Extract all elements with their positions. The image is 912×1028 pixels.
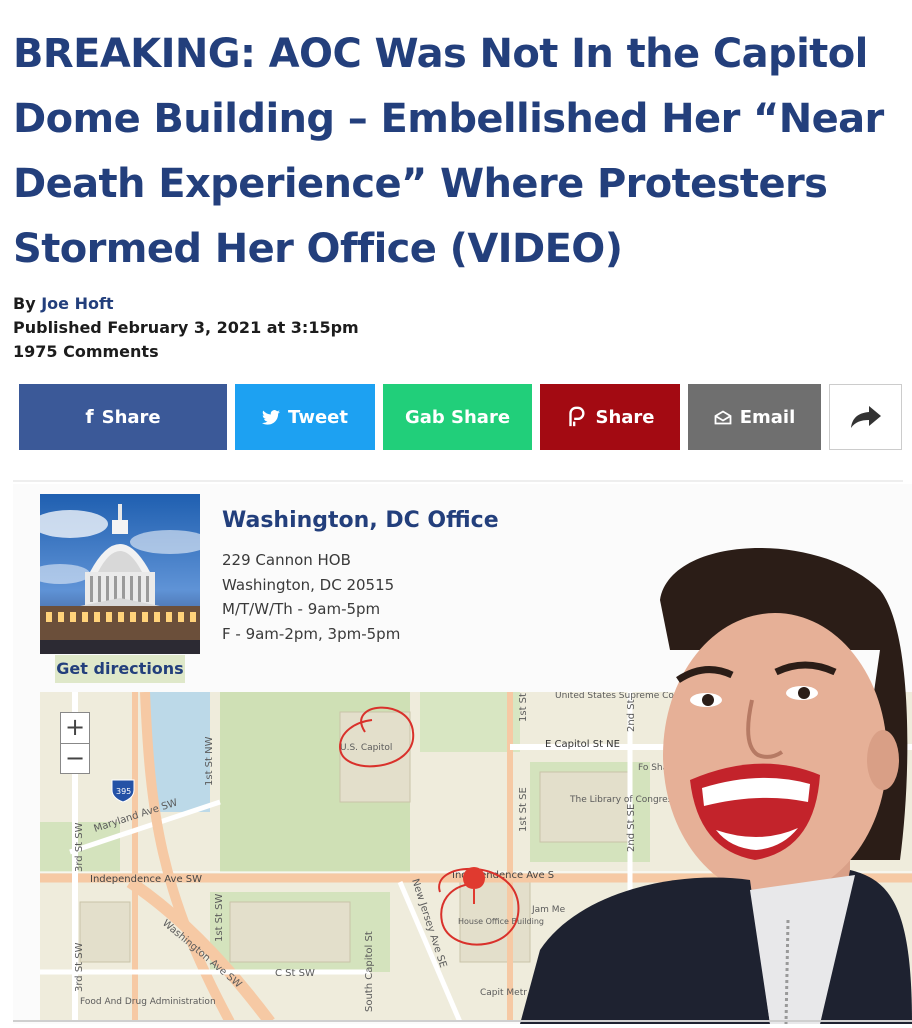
office-title: Washington, DC Office <box>222 508 499 533</box>
parler-share-button[interactable]: Share <box>540 384 680 450</box>
email-share-label: Email <box>739 406 796 428</box>
zoom-out-button[interactable]: − <box>61 744 89 774</box>
office-hours-line: F - 9am-2pm, 3pm-5pm <box>222 624 401 643</box>
bottom-divider <box>13 1020 912 1022</box>
twitter-tweet-label: Tweet <box>288 406 348 428</box>
map-label-3rd-st-sw: 3rd St SW <box>74 822 85 872</box>
more-share-button[interactable] <box>829 384 902 450</box>
author-line: By Joe Hoft <box>13 292 359 316</box>
article-byline: By Joe Hoft Published February 3, 2021 a… <box>13 292 359 364</box>
parler-share-label: Share <box>595 406 655 428</box>
headline-line-1: BREAKING: AOC Was Not In the Capitol <box>13 31 868 77</box>
map-label-us-capitol: U.S. Capitol <box>340 743 392 753</box>
envelope-icon <box>714 409 732 424</box>
twitter-tweet-button[interactable]: Tweet <box>235 384 375 450</box>
capitol-photo <box>40 494 200 654</box>
zoom-in-button[interactable]: + <box>61 713 89 744</box>
interstate-number: 395 <box>116 787 131 796</box>
facebook-icon: f <box>85 406 94 428</box>
gab-share-button[interactable]: Gab Share <box>383 384 532 450</box>
person-photo <box>520 530 912 1025</box>
map-label-c-st: C St SW <box>275 968 315 979</box>
map-zoom-control: + − <box>60 712 90 774</box>
map-label-1st-st-nw: 1st St NW <box>204 736 215 786</box>
author-link[interactable]: Joe Hoft <box>41 294 113 313</box>
email-share-button[interactable]: Email <box>688 384 821 450</box>
office-address-line: 229 Cannon HOB <box>222 551 351 569</box>
get-directions-button[interactable]: Get directions <box>55 655 185 683</box>
headline-line-3: Death Experience” Where Protesters <box>13 161 828 207</box>
office-city-line: Washington, DC 20515 <box>222 575 395 594</box>
map-label-south-capitol: South Capitol St <box>364 931 375 1012</box>
comments-count[interactable]: 1975 Comments <box>13 340 359 364</box>
gab-share-label: Gab Share <box>404 406 511 428</box>
map-label-1st-st-sw: 1st St SW <box>214 894 225 942</box>
section-divider <box>13 480 903 482</box>
facebook-share-button[interactable]: f Share <box>19 384 227 450</box>
facebook-share-label: Share <box>101 406 161 428</box>
map-label-independence-left: Independence Ave SW <box>90 874 202 885</box>
article-headline: BREAKING: AOC Was Not In the Capitol Dom… <box>13 22 903 282</box>
office-details: 229 Cannon HOB Washington, DC 20515 M/T/… <box>222 548 400 646</box>
headline-line-4: Stormed Her Office (VIDEO) <box>13 226 623 272</box>
published-date: Published February 3, 2021 at 3:15pm <box>13 318 359 337</box>
map-label-food-drug: Food And Drug Administration <box>80 997 216 1007</box>
share-arrow-icon <box>850 406 881 428</box>
office-hours-line: M/T/W/Th - 9am-5pm <box>222 600 381 618</box>
parler-icon <box>569 406 585 427</box>
headline-line-2: Dome Building – Embellished Her “Near <box>13 96 884 142</box>
by-prefix: By <box>13 294 36 313</box>
twitter-icon <box>262 409 281 425</box>
map-label-3rd-st-sw: 3rd St SW <box>74 942 85 992</box>
